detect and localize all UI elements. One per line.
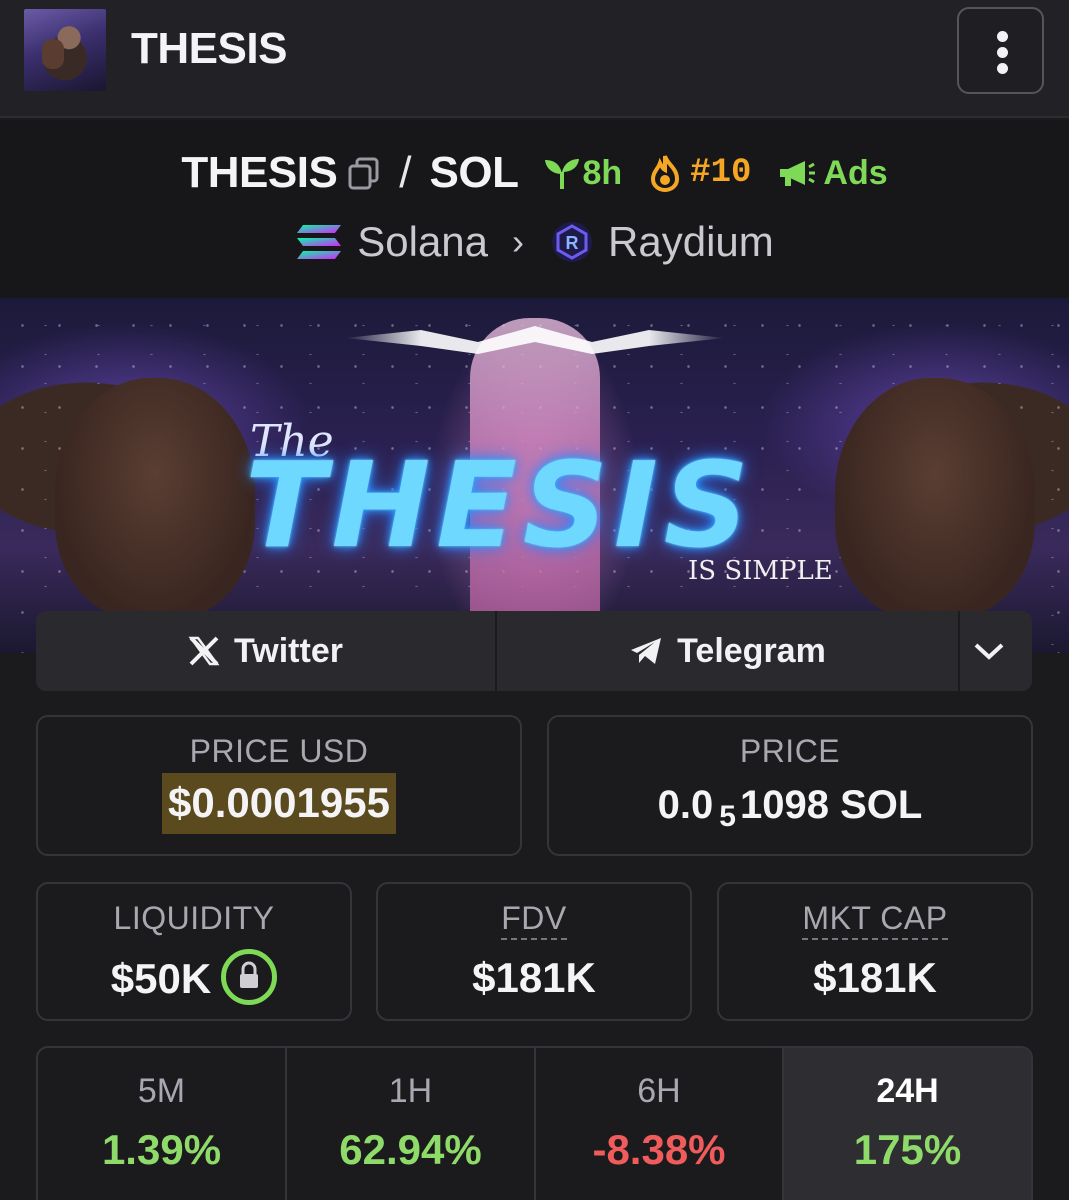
more-dots-icon bbox=[997, 47, 1008, 58]
price-native-value: 0.0 5 1098 SOL bbox=[657, 783, 923, 833]
dex-link[interactable]: Raydium bbox=[608, 218, 774, 266]
tab-5m[interactable]: 5M 1.39% bbox=[38, 1048, 287, 1200]
twitter-button[interactable]: Twitter bbox=[36, 611, 497, 691]
trending-rank[interactable]: #10 bbox=[648, 154, 751, 192]
liquidity-card: LIQUIDITY $50K bbox=[36, 882, 352, 1021]
telegram-button[interactable]: Telegram bbox=[497, 611, 960, 691]
pair-info: THESIS / SOL 8h #10 Ads Solana › R Raydi… bbox=[0, 120, 1069, 298]
copy-icon[interactable] bbox=[347, 156, 381, 190]
solana-icon bbox=[297, 225, 342, 259]
lock-icon[interactable] bbox=[221, 949, 278, 1005]
x-logo-icon bbox=[188, 636, 220, 666]
megaphone-icon bbox=[780, 161, 816, 186]
base-token-symbol: THESIS bbox=[181, 148, 338, 197]
change-value: 62.94% bbox=[339, 1126, 482, 1173]
pair-separator: / bbox=[399, 148, 412, 197]
fdv-label[interactable]: FDV bbox=[501, 900, 567, 940]
price-usd-value: $0.0001955 bbox=[162, 773, 396, 834]
price-change-tabs: 5M 1.39% 1H 62.94% 6H -8.38% 24H 175% bbox=[36, 1046, 1033, 1200]
chevron-right-icon: › bbox=[512, 221, 525, 262]
change-value: 175% bbox=[853, 1126, 962, 1173]
token-title: THESIS bbox=[131, 24, 287, 73]
token-banner-image: The THESIS IS SIMPLE bbox=[0, 298, 1069, 653]
market-cap-card: MKT CAP $181K bbox=[717, 882, 1033, 1021]
change-value: -8.38% bbox=[592, 1126, 726, 1173]
social-links: Twitter Telegram bbox=[36, 611, 1032, 691]
quote-token-symbol: SOL bbox=[429, 148, 519, 197]
pair-age: 8h bbox=[542, 154, 622, 193]
seedling-icon bbox=[545, 159, 580, 189]
zero-count-subscript: 5 bbox=[719, 800, 736, 833]
tab-24h[interactable]: 24H 175% bbox=[784, 1048, 1031, 1200]
fdv-value: $181K bbox=[472, 954, 596, 1001]
tab-6h[interactable]: 6H -8.38% bbox=[536, 1048, 784, 1200]
ads-link[interactable]: Ads bbox=[777, 154, 888, 193]
more-menu-button[interactable] bbox=[957, 7, 1044, 94]
chain-link[interactable]: Solana bbox=[357, 218, 488, 266]
market-cap-value: $181K bbox=[813, 954, 937, 1001]
more-dots-icon bbox=[997, 31, 1008, 42]
token-avatar[interactable] bbox=[24, 9, 106, 91]
price-usd-card: PRICE USD $0.0001955 bbox=[36, 715, 522, 856]
svg-text:R: R bbox=[566, 233, 579, 253]
chevron-down-icon bbox=[974, 643, 1004, 660]
flame-icon bbox=[651, 155, 680, 192]
market-cap-label[interactable]: MKT CAP bbox=[802, 900, 948, 940]
price-native-card: PRICE 0.0 5 1098 SOL bbox=[547, 715, 1033, 856]
price-usd-label: PRICE USD bbox=[189, 733, 369, 769]
more-dots-icon bbox=[997, 63, 1008, 74]
telegram-icon bbox=[631, 638, 662, 664]
price-native-label: PRICE bbox=[739, 733, 841, 769]
social-expand-button[interactable] bbox=[960, 611, 1032, 691]
liquidity-label: LIQUIDITY bbox=[113, 900, 275, 936]
fdv-card: FDV $181K bbox=[376, 882, 692, 1021]
raydium-icon: R bbox=[552, 222, 593, 262]
top-bar: THESIS bbox=[0, 0, 1069, 118]
tab-1h[interactable]: 1H 62.94% bbox=[287, 1048, 536, 1200]
change-value: 1.39% bbox=[101, 1126, 222, 1173]
liquidity-value: $50K bbox=[110, 955, 212, 1003]
